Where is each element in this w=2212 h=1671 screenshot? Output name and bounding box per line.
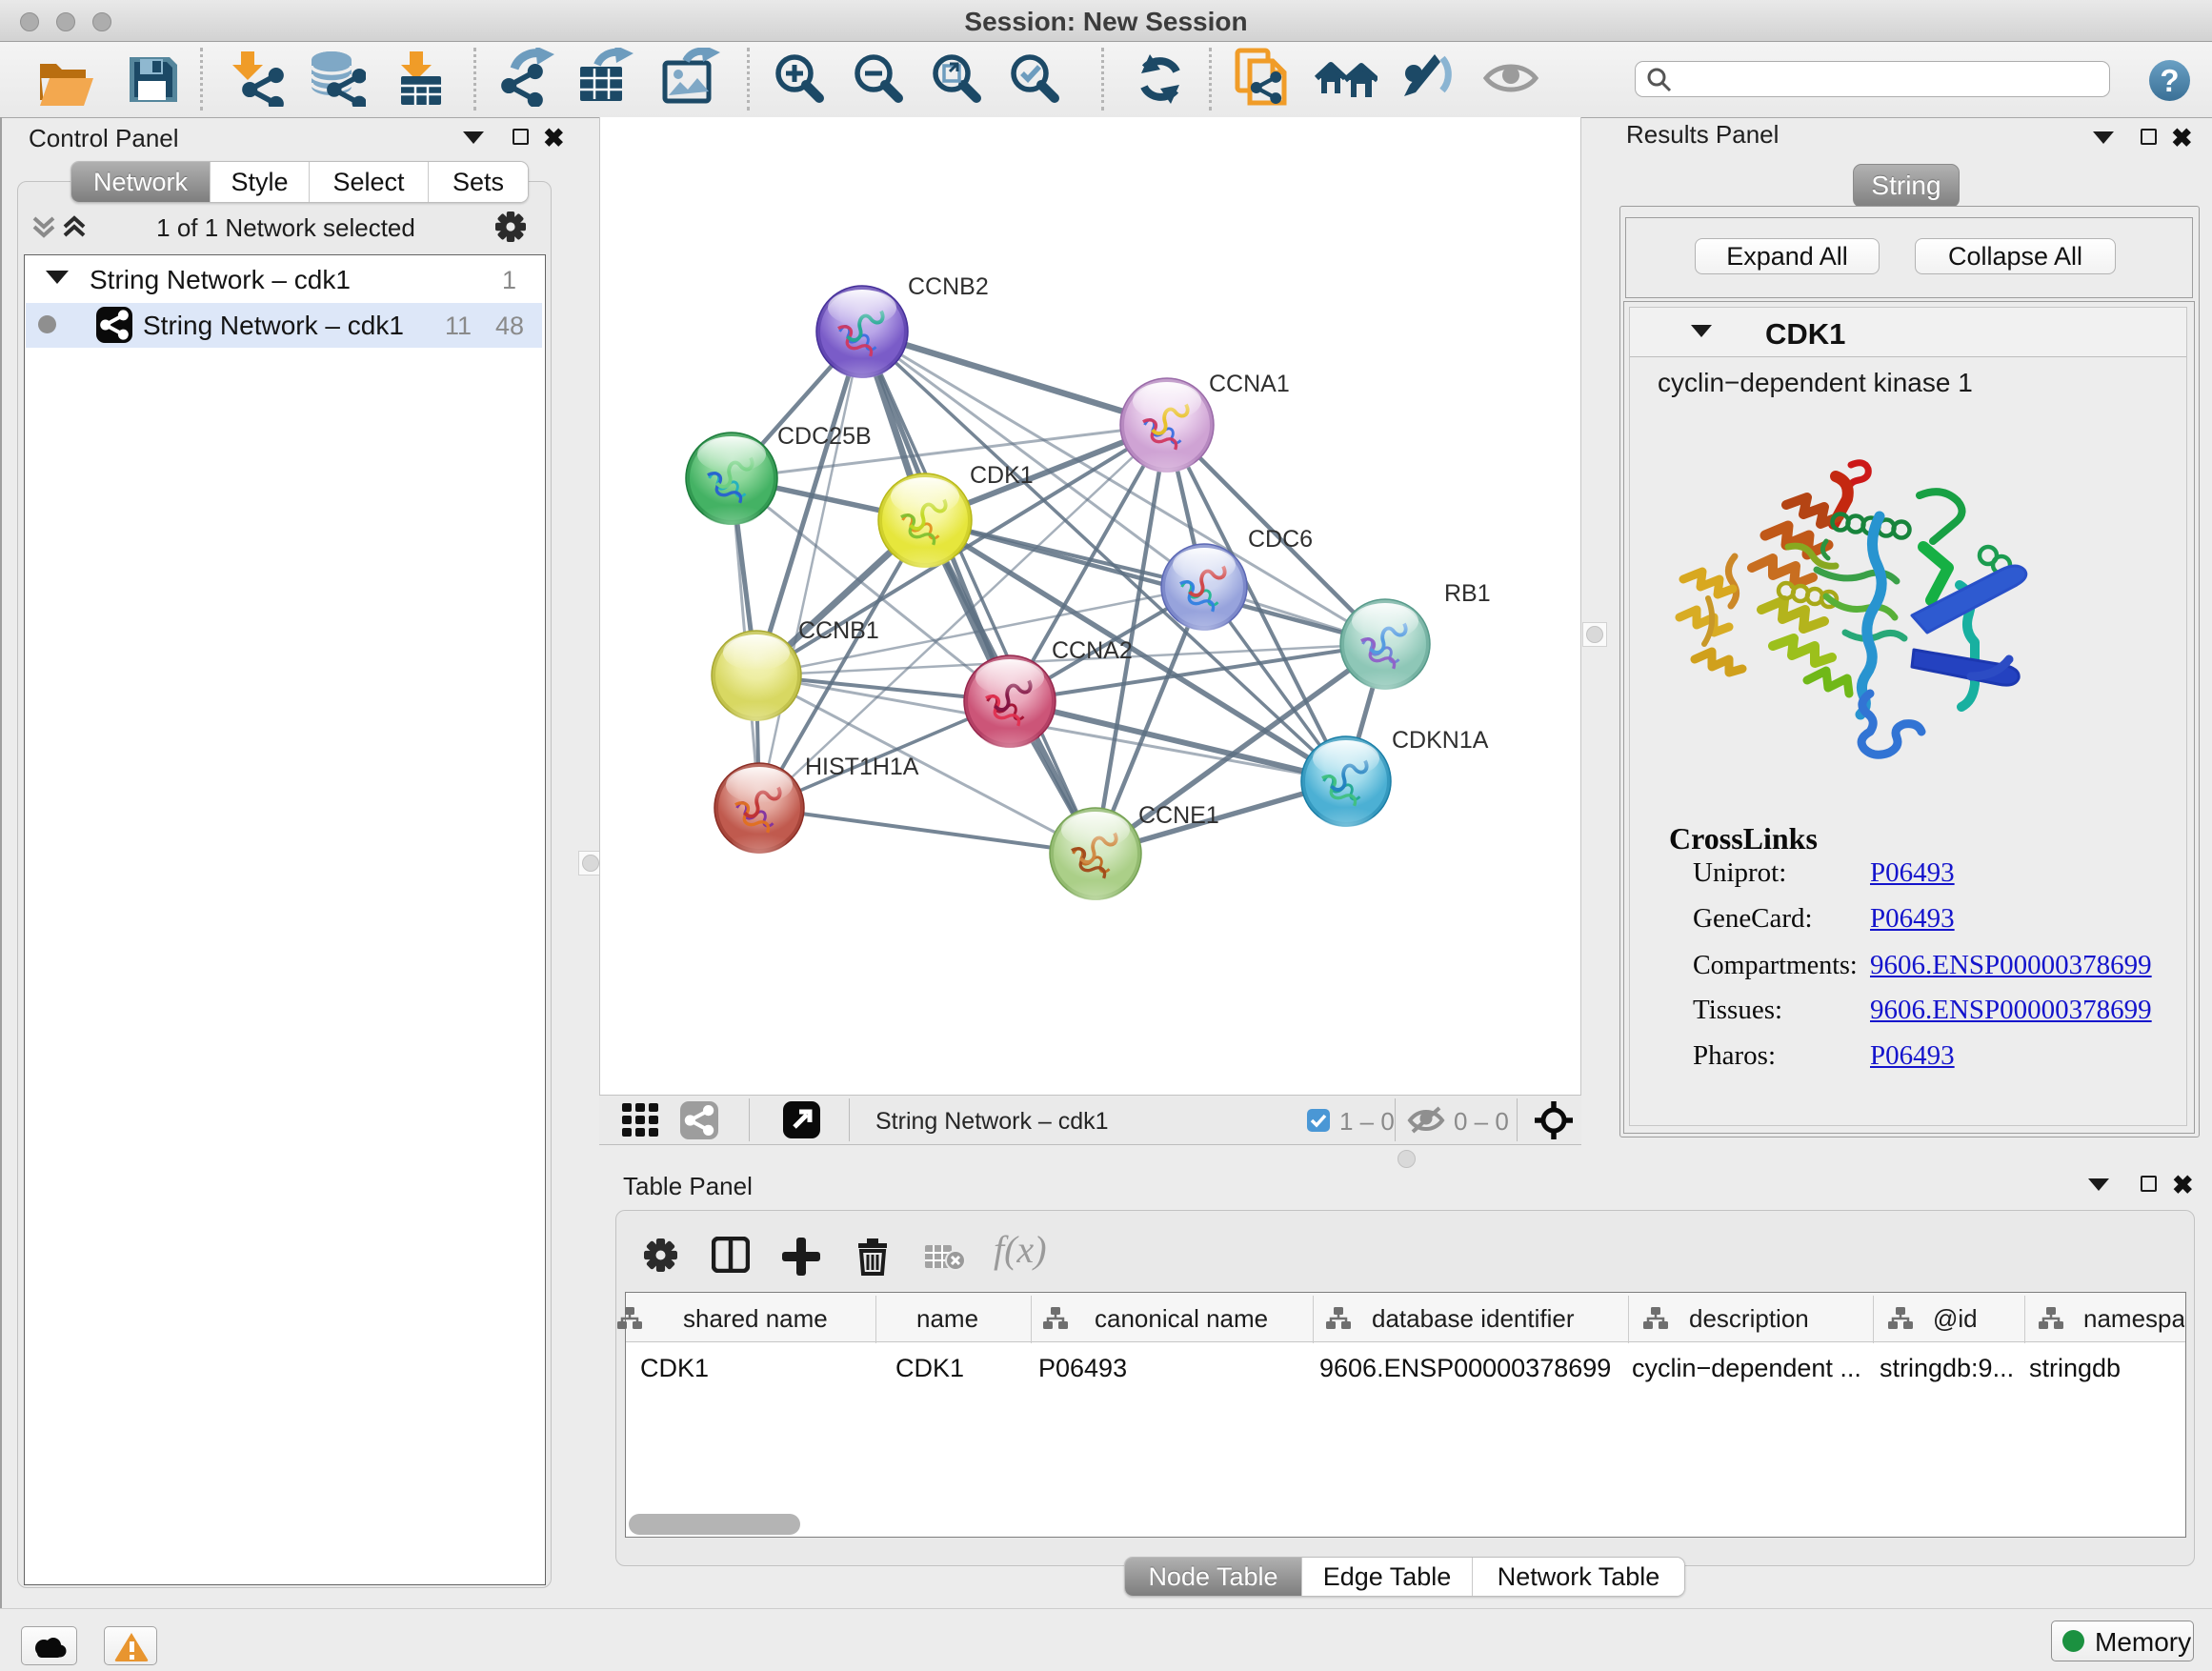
svg-text:CDKN1A: CDKN1A bbox=[1392, 727, 1489, 754]
svg-text:CCNB1: CCNB1 bbox=[798, 617, 879, 644]
svg-text:CCNA2: CCNA2 bbox=[1052, 637, 1133, 664]
svg-text:CDC6: CDC6 bbox=[1248, 526, 1313, 553]
svg-text:CDK1: CDK1 bbox=[970, 462, 1034, 489]
svg-text:CDC25B: CDC25B bbox=[777, 423, 872, 450]
svg-text:RB1: RB1 bbox=[1444, 580, 1491, 607]
svg-text:HIST1H1A: HIST1H1A bbox=[805, 754, 919, 780]
svg-text:CCNE1: CCNE1 bbox=[1138, 802, 1219, 829]
svg-text:CCNB2: CCNB2 bbox=[908, 273, 989, 300]
svg-text:CCNA1: CCNA1 bbox=[1209, 371, 1290, 397]
